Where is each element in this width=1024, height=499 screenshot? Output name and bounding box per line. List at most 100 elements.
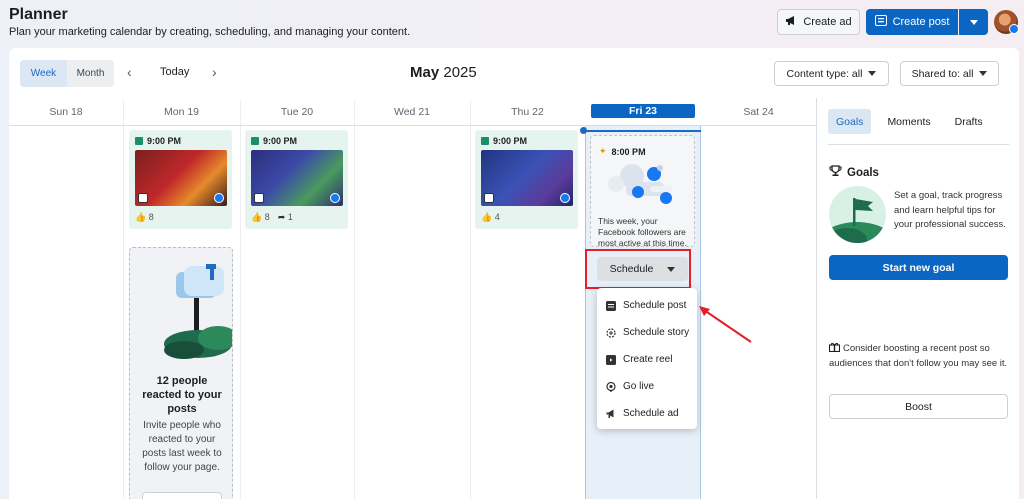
menu-item-label: Schedule post (623, 300, 687, 311)
column-divider (470, 100, 471, 499)
menu-item-schedule-ad[interactable]: Schedule ad (597, 400, 697, 427)
megaphone-icon (606, 409, 616, 419)
invite-button[interactable] (142, 492, 222, 499)
post-time: 9:00 PM (263, 136, 298, 146)
goals-description: Set a goal, track progress and learn hel… (894, 190, 1006, 230)
instagram-icon (484, 193, 494, 203)
trophy-icon (829, 165, 842, 180)
month-label: May 2025 (410, 64, 477, 81)
calendar-toolbar: Week Month ‹ Today › May 2025 Content ty… (9, 48, 1019, 98)
facebook-icon (330, 193, 340, 203)
suggested-time-text: This week, your Facebook followers are m… (598, 216, 687, 248)
sparkle-icon: ✦ (599, 146, 607, 156)
post-time: 9:00 PM (493, 136, 528, 146)
day-header-fri: Fri 23 (591, 104, 695, 118)
tab-drafts[interactable]: Drafts (947, 109, 991, 134)
gift-icon (828, 342, 841, 353)
post-time: 9:00 PM (147, 136, 182, 146)
chevron-right-icon[interactable]: › (212, 64, 217, 80)
content-type-label: Content type: all (786, 67, 863, 80)
like-icon: 👍 (135, 212, 147, 222)
menu-item-label: Schedule story (623, 327, 690, 338)
post-thumbnail (135, 150, 227, 206)
today-button[interactable]: Today (160, 66, 189, 78)
instagram-icon (254, 193, 264, 203)
tab-goals[interactable]: Goals (828, 109, 872, 134)
post-icon (606, 300, 616, 311)
tab-moments[interactable]: Moments (879, 109, 938, 134)
menu-item-label: Schedule ad (623, 408, 679, 419)
post-icon (135, 137, 143, 145)
post-icon (481, 137, 489, 145)
day-header-sun: Sun 18 (49, 106, 83, 118)
menu-item-go-live[interactable]: Go live (597, 373, 697, 400)
instagram-icon (138, 193, 148, 203)
create-post-dropdown[interactable] (959, 9, 988, 35)
megaphone-icon (785, 15, 797, 29)
post-card[interactable]: 9:00 PM 👍 4 (475, 130, 578, 229)
start-new-goal-button[interactable]: Start new goal (829, 255, 1008, 280)
facebook-badge-icon (1009, 24, 1019, 34)
post-icon (251, 137, 259, 145)
year-label: 2025 (443, 64, 477, 81)
like-icon: 👍 (481, 212, 493, 222)
page-title: Planner (9, 6, 68, 23)
suggested-time-card[interactable]: ✦ 8:00 PM This week, your Facebook follow… (590, 135, 695, 248)
like-count: 4 (494, 212, 500, 222)
story-icon (606, 327, 616, 338)
like-icon: 👍 (251, 212, 263, 222)
like-count: 8 (264, 212, 270, 222)
current-time-line (585, 130, 701, 132)
mailbox-illustration (164, 264, 232, 359)
content-type-filter[interactable]: Content type: all (774, 61, 889, 86)
reactions-card-text: Invite people who reacted to your posts … (142, 420, 222, 473)
day-header-tue: Tue 20 (280, 106, 314, 118)
week-view-button[interactable]: Week (20, 60, 67, 87)
post-thumbnail (251, 150, 343, 206)
day-header-sat: Sat 24 (743, 106, 774, 118)
facebook-icon (560, 193, 570, 203)
schedule-menu: Schedule post Schedule story Create reel… (597, 288, 697, 429)
create-ad-label: Create ad (803, 16, 852, 28)
shared-to-filter[interactable]: Shared to: all (900, 61, 999, 86)
menu-item-create-reel[interactable]: Create reel (597, 346, 697, 373)
menu-item-schedule-story[interactable]: Schedule story (597, 319, 697, 346)
caret-down-icon (979, 71, 988, 76)
column-divider (354, 100, 355, 499)
chevron-left-icon[interactable]: ‹ (127, 64, 132, 80)
suggested-time: 8:00 PM (611, 146, 646, 157)
share-count: 1 (287, 212, 293, 222)
create-ad-button[interactable]: Create ad (777, 9, 860, 35)
post-icon (874, 15, 887, 29)
sidebar-divider (828, 144, 1009, 145)
post-card[interactable]: 9:00 PM 👍 8 (129, 130, 232, 229)
column-divider (240, 100, 241, 499)
menu-item-schedule-post[interactable]: Schedule post (597, 292, 697, 319)
month-name: May (410, 64, 440, 81)
reactions-card: 12 people reacted to your posts Invite p… (129, 247, 233, 499)
create-post-label: Create post (892, 16, 950, 28)
engagement-illustration (608, 164, 672, 204)
menu-item-label: Create reel (623, 354, 673, 365)
reactions-card-title: 12 people reacted to your posts (142, 375, 222, 415)
facebook-icon (214, 193, 224, 203)
caret-down-icon (868, 71, 877, 76)
goals-heading: Goals (847, 166, 879, 179)
boost-text: Consider boosting a recent post so audie… (829, 343, 1008, 369)
month-view-button[interactable]: Month (67, 60, 114, 87)
boost-button[interactable]: Boost (829, 394, 1008, 419)
goals-sidebar: Goals Moments Drafts Goals Set a goal, t… (816, 98, 1019, 499)
reel-icon (606, 354, 616, 365)
shared-to-label: Shared to: all (911, 67, 974, 80)
menu-item-label: Go live (623, 381, 655, 392)
annotation-arrow-icon (699, 306, 752, 343)
post-card[interactable]: 9:00 PM 👍 8 ➦ 1 (245, 130, 348, 229)
page-subtitle: Plan your marketing calendar by creating… (9, 26, 411, 38)
planner-panel: Week Month ‹ Today › May 2025 Content ty… (9, 48, 1019, 499)
boost-description: Consider boosting a recent post so audie… (828, 342, 1009, 371)
share-icon: ➦ (277, 212, 286, 222)
post-thumbnail (481, 150, 573, 206)
goal-flag-illustration (829, 186, 886, 243)
highlight-box (585, 249, 691, 289)
create-post-button[interactable]: Create post (866, 9, 958, 35)
